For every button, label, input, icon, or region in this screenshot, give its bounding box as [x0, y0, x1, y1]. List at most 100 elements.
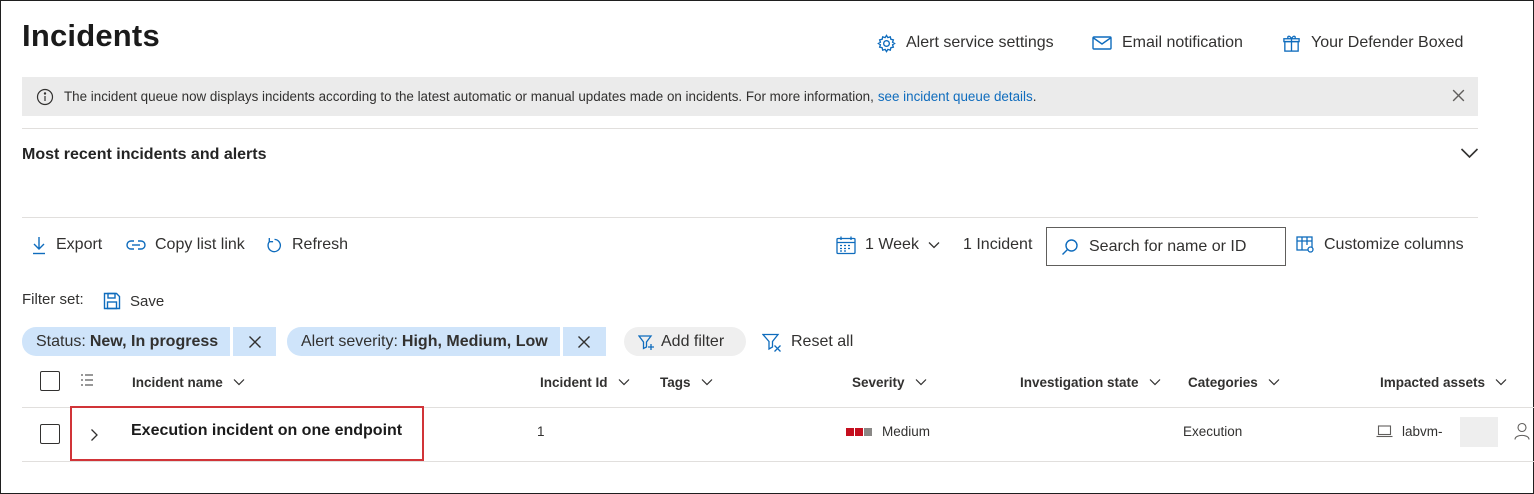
customize-columns-icon: [1296, 236, 1314, 253]
alert-service-settings-label: Alert service settings: [906, 34, 1054, 51]
close-icon: [578, 335, 591, 348]
refresh-label: Refresh: [292, 236, 349, 253]
info-icon: [36, 88, 54, 105]
add-filter-icon: [638, 334, 654, 350]
filter-chip-alert-severity[interactable]: Alert severity: High, Medium, Low: [287, 327, 606, 356]
email-notification-button[interactable]: Email notification: [1092, 32, 1243, 54]
chevron-down-icon: [1149, 379, 1160, 386]
severity-bar: [855, 427, 863, 436]
column-header-label: Tags: [660, 374, 691, 390]
time-range-label: 1 Week: [865, 236, 919, 253]
column-header-incident-name[interactable]: Incident name: [132, 373, 245, 391]
chevron-down-icon: [928, 242, 940, 249]
download-icon: [33, 236, 45, 254]
filter-chip-severity-key: Alert severity:: [301, 332, 398, 350]
remove-severity-filter-button[interactable]: [562, 327, 606, 356]
chevron-down-icon[interactable]: [1460, 147, 1479, 159]
laptop-icon: [1376, 425, 1393, 438]
chevron-down-icon: [1495, 379, 1507, 386]
defender-boxed-label: Your Defender Boxed: [1311, 34, 1464, 51]
calendar-icon: [836, 236, 856, 254]
select-all-checkbox[interactable]: [40, 371, 60, 391]
divider: [22, 461, 1534, 462]
column-header-label: Investigation state: [1020, 374, 1139, 390]
column-header-impacted-assets[interactable]: Impacted assets: [1380, 373, 1507, 391]
alert-service-settings-button[interactable]: Alert service settings: [877, 32, 1054, 54]
recent-incidents-section-title: Most recent incidents and alerts: [22, 146, 267, 163]
banner-message: The incident queue now displays incident…: [64, 89, 874, 104]
search-icon: [1062, 238, 1078, 255]
reset-filter-icon: [762, 333, 781, 352]
search-input[interactable]: Search for name or ID: [1046, 227, 1286, 266]
save-filter-label: Save: [130, 292, 165, 310]
copy-list-link-label: Copy list link: [155, 236, 245, 253]
impacted-asset-cell[interactable]: labvm-: [1376, 424, 1443, 439]
banner-suffix: .: [1032, 89, 1037, 104]
filter-chip-status[interactable]: Status: New, In progress: [22, 327, 277, 356]
severity-cell: Medium: [846, 424, 930, 439]
user-icon[interactable]: [1514, 422, 1530, 440]
divider: [22, 217, 1478, 218]
list-options-icon[interactable]: [80, 374, 94, 386]
severity-bar: [864, 427, 872, 436]
info-banner: The incident queue now displays incident…: [22, 77, 1478, 116]
defender-boxed-button[interactable]: Your Defender Boxed: [1282, 32, 1463, 54]
mail-icon: [1092, 36, 1112, 50]
remove-status-filter-button[interactable]: [233, 327, 277, 356]
search-placeholder: Search for name or ID: [1089, 237, 1247, 255]
incident-id-cell: 1: [537, 424, 545, 439]
chevron-down-icon: [701, 379, 712, 386]
column-header-label: Impacted assets: [1380, 374, 1486, 390]
chevron-down-icon: [915, 379, 926, 386]
link-icon: [126, 240, 146, 250]
incident-queue-details-link[interactable]: see incident queue details: [878, 89, 1033, 104]
save-filter-button[interactable]: Save: [103, 290, 164, 312]
time-range-dropdown[interactable]: 1 Week: [836, 234, 940, 256]
filter-chip-status-value: New, In progress: [89, 332, 219, 350]
redacted-area: [1460, 417, 1498, 447]
column-header-incident-id[interactable]: Incident Id: [540, 373, 630, 391]
reset-all-button[interactable]: Reset all: [762, 331, 853, 353]
save-icon: [103, 292, 121, 310]
column-header-label: Severity: [852, 374, 905, 390]
filter-chip-status-text: Status: New, In progress: [22, 327, 231, 356]
severity-label: Medium: [882, 424, 931, 439]
export-label: Export: [56, 236, 103, 253]
add-filter-button[interactable]: Add filter: [624, 327, 746, 356]
filter-chip-severity-text: Alert severity: High, Medium, Low: [287, 327, 560, 356]
incident-count: 1 Incident: [963, 236, 1033, 253]
close-icon: [248, 335, 261, 348]
refresh-icon: [267, 237, 281, 252]
copy-list-link-button[interactable]: Copy list link: [126, 234, 245, 256]
column-header-label: Categories: [1188, 374, 1258, 390]
customize-columns-button[interactable]: Customize columns: [1296, 234, 1464, 256]
filter-chip-status-key: Status:: [36, 332, 86, 350]
page-title: Incidents: [22, 18, 160, 53]
column-header-investigation-state[interactable]: Investigation state: [1020, 373, 1161, 391]
highlight-box: [70, 406, 424, 461]
chevron-down-icon: [618, 379, 629, 386]
gift-icon: [1283, 35, 1300, 52]
category-cell: Execution: [1183, 424, 1243, 439]
column-header-label: Incident name: [132, 374, 223, 390]
row-checkbox[interactable]: [40, 424, 60, 444]
refresh-button[interactable]: Refresh: [266, 234, 348, 256]
divider: [22, 128, 1478, 129]
column-header-categories[interactable]: Categories: [1188, 373, 1280, 391]
filter-set-label: Filter set:: [22, 291, 84, 308]
chevron-down-icon: [233, 379, 245, 386]
severity-bar: [846, 427, 854, 436]
chevron-down-icon: [1268, 379, 1280, 386]
filter-chip-severity-value: High, Medium, Low: [401, 332, 548, 350]
column-header-tags[interactable]: Tags: [660, 373, 713, 391]
export-button[interactable]: Export: [31, 234, 102, 256]
close-icon[interactable]: [1451, 88, 1466, 103]
gear-icon: [877, 33, 896, 53]
reset-all-label: Reset all: [791, 333, 854, 350]
column-header-severity[interactable]: Severity: [852, 373, 927, 391]
column-header-label: Incident Id: [540, 374, 608, 390]
email-notification-label: Email notification: [1122, 34, 1243, 51]
customize-columns-label: Customize columns: [1324, 236, 1464, 253]
asset-name: labvm-: [1402, 424, 1443, 439]
add-filter-label: Add filter: [661, 332, 725, 350]
